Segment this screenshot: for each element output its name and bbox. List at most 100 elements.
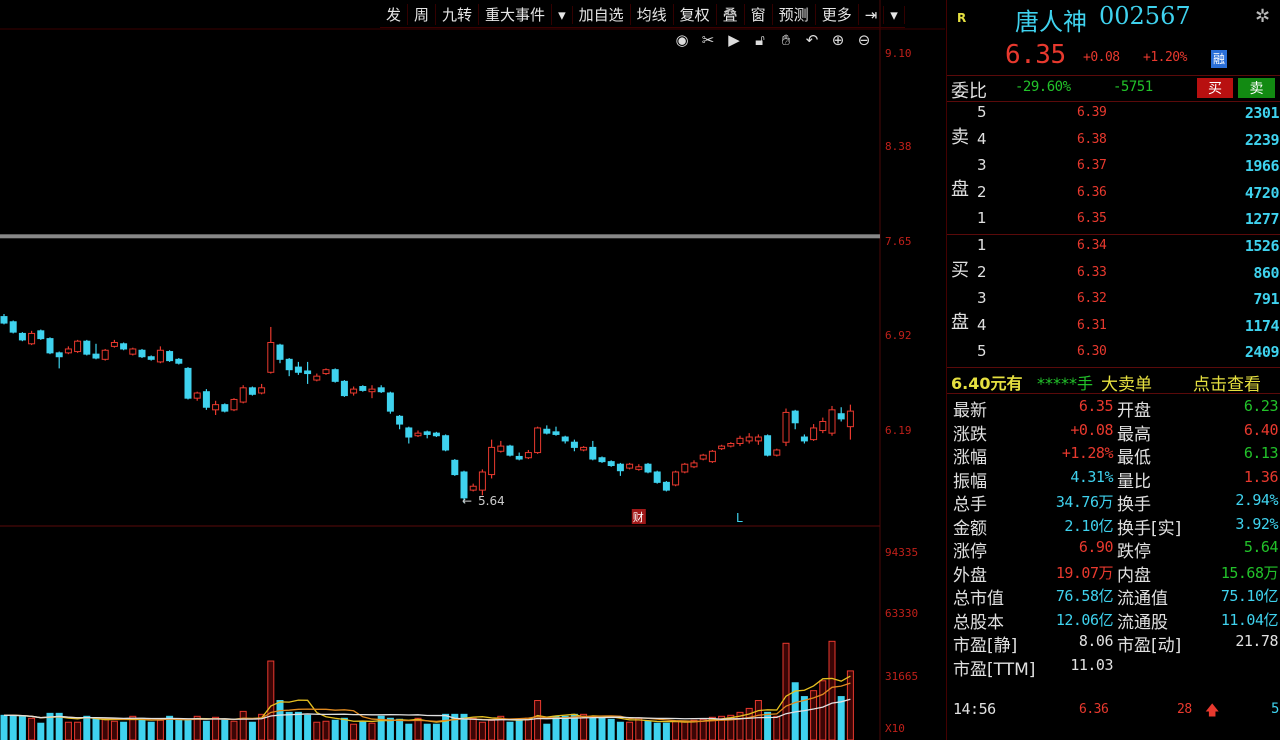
bids-row[interactable]: 1 6.34 1526 [947,236,1280,260]
volume-bar [469,717,477,740]
zoom-in-icon[interactable]: ⊕ [828,30,848,50]
volume-bar [184,718,192,740]
volume-bar [92,717,100,740]
volume-tick: 94335 [885,545,919,559]
candle [782,408,790,447]
candle [469,483,477,492]
candle [800,434,808,444]
volume-bar [202,720,210,740]
toolbar-item[interactable]: 更多 [816,4,859,25]
toolbar-item[interactable]: 窗 [745,4,773,25]
volume-bar [589,717,597,740]
asks-row[interactable]: 4 6.38 2239 [947,130,1280,154]
candle [644,462,652,474]
toolbar-item[interactable]: 均线 [631,4,674,25]
candle [175,358,183,365]
buy_side_label-label: 买 [951,260,969,281]
price: 6.36 [1077,184,1107,200]
big-order-row[interactable]: 6.40元有 *****手 大卖单 点击查看 [947,370,1280,395]
gear-icon[interactable]: ✲ [1255,6,1270,27]
bids-row[interactable]: 2 6.33 860 [947,263,1280,287]
candle [386,391,394,414]
candle [405,426,413,444]
price-tick: 8.38 [885,140,912,154]
asks-row[interactable]: 5 6.39 2301 [947,103,1280,127]
sell-button[interactable]: 卖 [1238,78,1275,98]
candle [810,424,818,441]
finance-marker[interactable]: 财 [633,510,644,524]
candle [653,470,661,484]
toolbar-item[interactable]: 加自选 [573,4,631,25]
eye-icon[interactable]: ◉ [672,30,692,50]
marker-l[interactable]: L [736,511,743,525]
toolbar-item[interactable]: 九转 [436,4,480,25]
view-big-order-link[interactable]: 点击查看 [1193,370,1261,395]
candle [331,368,339,383]
stat-label: 流通值 [1117,589,1168,609]
stat-label: 最新 [953,401,987,421]
volume-bar [616,721,624,740]
stat-value: 12.06亿 [1055,610,1114,629]
price-change: +0.08 [1083,50,1120,65]
toolbar-item[interactable]: 叠 [717,4,745,25]
candle [37,329,45,340]
quote-panel: R 唐人神 002567 ✲ 6.35 +0.08 +1.20% 融 委比 -2… [946,0,1280,740]
candle [359,385,367,392]
price: 6.34 [1077,238,1107,253]
toolbar-item[interactable]: ⇥ [859,5,885,24]
candle [322,368,330,375]
toolbar-item[interactable]: 复权 [674,4,717,25]
candle [212,400,220,416]
asks-row[interactable]: 3 6.37 1966 [947,156,1280,180]
scissors-icon[interactable]: ✂ [698,30,718,50]
price: 6.32 [1077,291,1107,306]
toolbar-item[interactable]: 周 [408,4,437,25]
volume-bar [488,719,496,740]
stat-label: 内盘 [1117,565,1151,586]
play-icon[interactable]: ▶ [724,30,744,50]
toolbar-item[interactable]: 重大事件 [479,4,553,25]
bids-row[interactable]: 4 6.31 1174 [947,316,1280,340]
candle [221,403,229,413]
candle [791,409,799,430]
toolbar-item[interactable]: 预测 [773,4,816,25]
stat-row: 最新 6.35 开盘 6.23 [947,396,1280,421]
undo-icon[interactable]: ↶ [802,30,822,50]
toolbar-item[interactable]: ▾ [884,5,905,24]
hand-icon[interactable]: ✋︎ [776,30,796,50]
toolbar-item[interactable]: ▾ [552,5,573,24]
volume-bar [368,722,376,740]
asks-row[interactable]: 2 6.36 4720 [947,183,1280,207]
arrow-left-icon: ← [462,494,472,508]
stat-label: 换手 [1117,495,1151,515]
kline-chart[interactable]: 5.64 ← 财 L [0,0,945,740]
candle [110,339,118,348]
toolbar-item[interactable]: 发 [380,4,409,25]
low-price-label: 5.64 [478,494,505,508]
candle [202,389,210,410]
buy-button[interactable]: 买 [1197,78,1233,98]
candle [156,346,164,364]
zoom-out-icon[interactable]: ⊖ [854,30,874,50]
big-order-price: 6.40元有 [951,374,1023,393]
bids-row[interactable]: 5 6.30 2409 [947,342,1280,366]
candle [727,442,735,448]
lock-icon[interactable]: 🔓︎ [750,30,770,50]
volume-bar [110,720,118,740]
stat-value: 11.03 [1070,655,1113,674]
buy_side_label-label: 盘 [951,312,969,333]
bids-row[interactable]: 3 6.32 791 [947,289,1280,313]
candle [626,462,634,470]
candle [46,337,54,355]
stat-label: 总手 [953,495,987,515]
volume-bar [28,717,36,740]
price-tick: 6.92 [885,329,912,343]
volume-bar [598,716,606,740]
volume-bar [267,660,275,740]
stat-value: 4.31% [1070,467,1113,486]
volume-bar [294,711,302,740]
asks-row[interactable]: 1 6.35 1277 [947,209,1280,233]
stat-label: 量比 [1117,471,1151,492]
volume-bar [837,696,845,740]
tick-row: 14:56 6.36 28 🡅 5 [947,700,1280,724]
